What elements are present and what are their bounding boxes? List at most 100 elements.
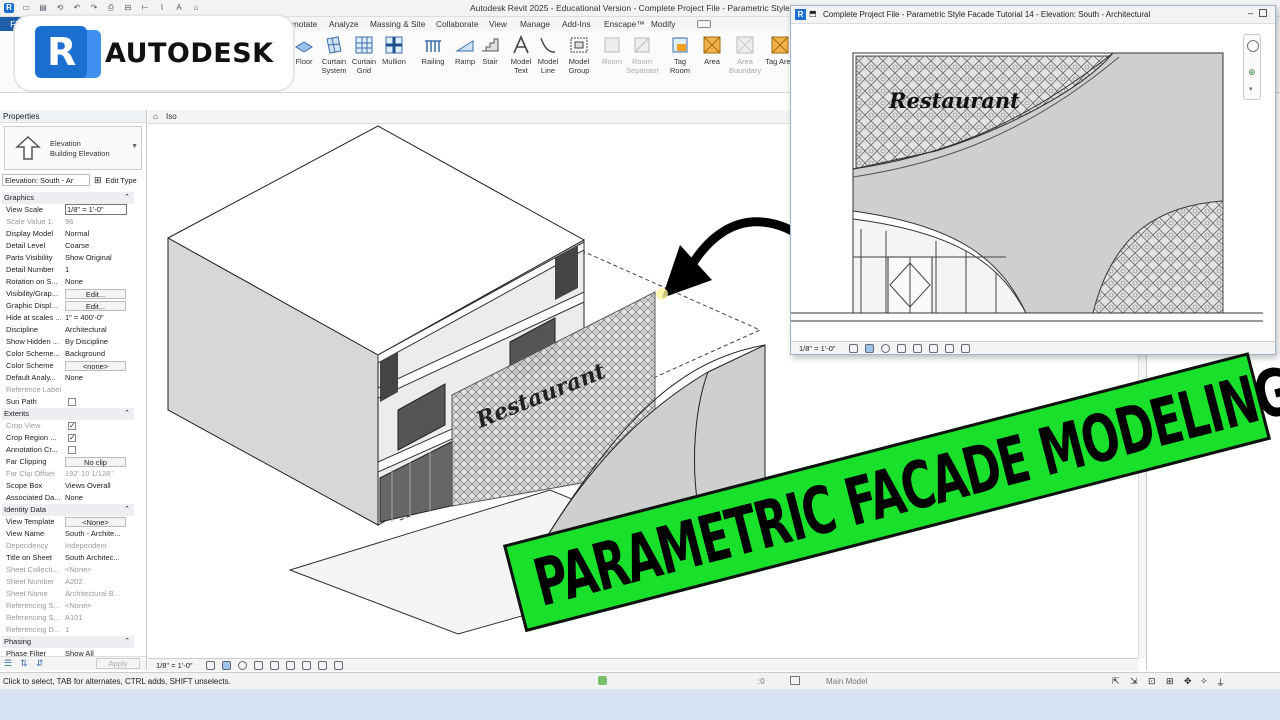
collapse-icon[interactable]: ⌃ <box>124 408 130 420</box>
steering-wheel-icon[interactable] <box>1247 40 1259 52</box>
collapse-icon[interactable]: ⌃ <box>124 636 130 648</box>
model-line-button[interactable]: Model Line <box>532 35 564 75</box>
select-underlay-icon[interactable]: ⇲ <box>1130 676 1138 687</box>
elevation-view-scale[interactable]: 1/8" = 1'-0" <box>799 344 836 353</box>
default-3d-icon[interactable]: ⌂ <box>191 3 201 13</box>
chevron-down-icon[interactable]: ▾ <box>1249 85 1253 93</box>
elevation-detail-level-icon[interactable] <box>849 344 858 353</box>
filter-icon[interactable]: ⏚ <box>1216 676 1225 689</box>
elevation-temporary-hide-icon[interactable] <box>945 344 954 353</box>
curtain-system-button[interactable]: Curtain System <box>318 35 350 75</box>
sort-desc-icon[interactable]: ⇵ <box>36 658 44 669</box>
sun-path-icon[interactable] <box>238 661 247 670</box>
property-section[interactable]: Phasing ⌃ <box>2 636 134 648</box>
curtain-grid-button[interactable]: Curtain Grid <box>348 35 380 75</box>
background-process-icon[interactable]: ✧ <box>1200 676 1208 687</box>
measure-icon[interactable]: ⊟ <box>123 3 133 13</box>
aligned-dimension-icon[interactable]: ⊢ <box>140 3 150 13</box>
tab-iso[interactable]: Iso <box>166 112 177 121</box>
property-section[interactable]: Identity Data ⌃ <box>2 504 134 516</box>
tab-massing-site[interactable]: Massing & Site <box>370 19 425 29</box>
instance-selector[interactable]: Elevation: South - Ar <box>2 174 90 186</box>
room-separator-button[interactable]: Room Separator <box>626 35 659 75</box>
detail-level-icon[interactable] <box>206 661 215 670</box>
drag-elements-icon[interactable]: ✥ <box>1184 676 1192 687</box>
tab-analyze[interactable]: Analyze <box>329 19 359 29</box>
sync-icon[interactable]: ⟲ <box>55 3 65 13</box>
save-icon[interactable]: ▤ <box>38 3 48 13</box>
elevation-view-window[interactable]: R ⬒ Complete Project File - Parametric S… <box>790 5 1276 355</box>
select-pinned-icon[interactable]: ⊡ <box>1148 676 1156 687</box>
undo-icon[interactable]: ↶ <box>72 3 82 13</box>
property-checkbox[interactable] <box>68 446 76 454</box>
redo-icon[interactable]: ↷ <box>89 3 99 13</box>
property-button[interactable]: No clip <box>65 457 126 467</box>
worksets-icon[interactable] <box>598 676 607 685</box>
design-options-icon[interactable] <box>790 676 800 685</box>
property-checkbox[interactable] <box>68 398 76 406</box>
property-input[interactable]: 1/8" = 1'-0" <box>65 204 127 215</box>
print-icon[interactable]: ⎙ <box>106 3 116 13</box>
unlocked-3d-icon[interactable] <box>302 661 311 670</box>
tab-collaborate[interactable]: Collaborate <box>436 19 478 29</box>
tab-enscape[interactable]: Enscape™ <box>604 19 645 29</box>
tab-modify[interactable]: Modify <box>651 19 675 29</box>
select-links-icon[interactable]: ⇱ <box>1112 676 1120 687</box>
text-icon[interactable]: A <box>174 3 184 13</box>
railing-button[interactable]: Railing <box>417 35 449 66</box>
collapse-icon[interactable]: ⌃ <box>124 504 130 516</box>
zoom-icon[interactable]: ⊕ <box>1248 67 1256 78</box>
visual-style-icon[interactable] <box>222 661 231 670</box>
revit-app-icon[interactable]: R <box>4 3 14 13</box>
restore-view-icon[interactable]: ⬒ <box>809 9 817 18</box>
panel-toggle-icon[interactable] <box>697 20 711 28</box>
property-button[interactable]: Edit... <box>65 301 126 311</box>
elevation-visual-style-icon[interactable] <box>865 344 874 353</box>
thin-lines-icon[interactable]: ⌇ <box>157 3 167 13</box>
apply-button[interactable]: Apply <box>96 658 140 669</box>
sort-icon[interactable]: ☰ <box>4 658 12 669</box>
view-scale[interactable]: 1/8" = 1'-0" <box>156 661 193 670</box>
property-section[interactable]: Graphics ⌃ <box>2 192 134 204</box>
property-checkbox[interactable] <box>68 432 76 444</box>
tab-view[interactable]: View <box>489 19 507 29</box>
elevation-window-title: Complete Project File - Parametric Style… <box>823 10 1151 19</box>
mullion-button[interactable]: Mullion <box>378 35 410 66</box>
reveal-hidden-icon[interactable] <box>334 661 343 670</box>
tag-room-button[interactable]: Tag Room <box>664 35 696 75</box>
elevation-show-crop-icon[interactable] <box>929 344 938 353</box>
crop-view-icon[interactable] <box>270 661 279 670</box>
type-selector[interactable]: Elevation Building Elevation ▼ <box>4 126 142 170</box>
elevation-shadows-icon[interactable] <box>897 344 906 353</box>
tab-manage[interactable]: Manage <box>520 19 550 29</box>
property-button[interactable]: Edit... <box>65 289 126 299</box>
temporary-hide-icon[interactable] <box>318 661 327 670</box>
show-crop-icon[interactable] <box>286 661 295 670</box>
tab-add-ins[interactable]: Add-Ins <box>562 19 591 29</box>
elevation-reveal-hidden-icon[interactable] <box>961 344 970 353</box>
elevation-crop-view-icon[interactable] <box>913 344 922 353</box>
open-icon[interactable]: ▭ <box>21 3 31 13</box>
elevation-window-titlebar[interactable]: R ⬒ Complete Project File - Parametric S… <box>791 6 1275 24</box>
property-checkbox[interactable] <box>68 420 76 432</box>
elevation-sun-path-icon[interactable] <box>881 344 890 353</box>
shadows-icon[interactable] <box>254 661 263 670</box>
type-name-value: Building Elevation <box>50 149 110 158</box>
edit-type-button[interactable]: Edit Type <box>106 176 137 185</box>
model-group-button[interactable]: Model Group <box>563 35 595 75</box>
edit-type-icon[interactable]: ⊞ <box>94 175 102 186</box>
room-button[interactable]: Room <box>596 35 628 66</box>
maximize-icon[interactable] <box>1259 9 1267 17</box>
area-boundary-button[interactable]: Area Boundary <box>729 35 761 75</box>
collapse-icon[interactable]: ⌃ <box>124 192 130 204</box>
active-model[interactable]: Main Model <box>826 677 867 686</box>
property-button[interactable]: <None> <box>65 517 126 527</box>
minimize-icon[interactable]: – <box>1248 8 1253 18</box>
stair-button[interactable]: Stair <box>474 35 506 66</box>
select-by-face-icon[interactable]: ⊞ <box>1166 676 1174 687</box>
property-section[interactable]: Extents ⌃ <box>2 408 134 420</box>
area-button[interactable]: Area <box>696 35 728 66</box>
property-button[interactable]: <none> <box>65 361 126 371</box>
home-icon[interactable]: ⌂ <box>153 112 158 121</box>
sort-alpha-icon[interactable]: ⇅ <box>20 658 28 669</box>
